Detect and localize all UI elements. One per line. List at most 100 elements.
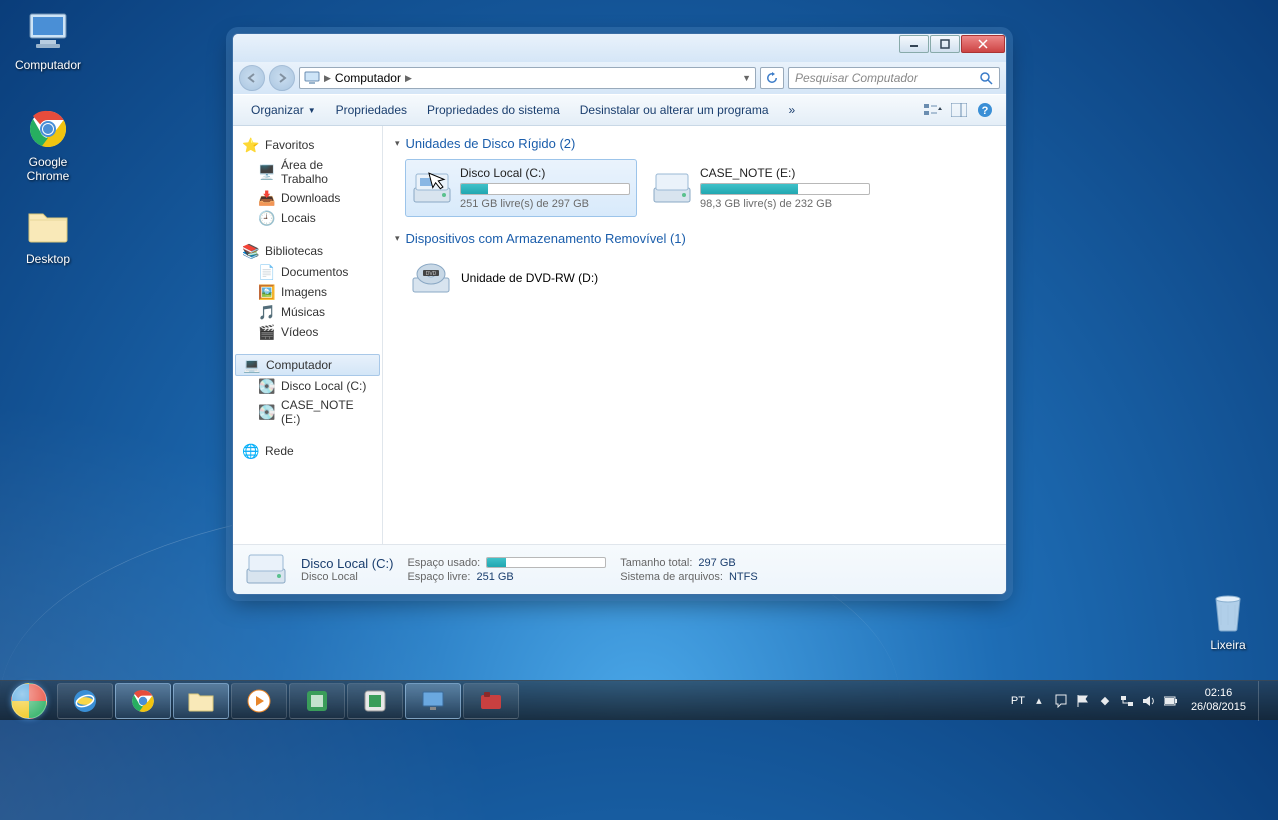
- organize-menu[interactable]: Organizar▼: [241, 99, 326, 121]
- desktop-icon-recyclebin[interactable]: Lixeira: [1188, 588, 1268, 652]
- taskbar-chrome[interactable]: [115, 683, 171, 719]
- details-title: Disco Local (C:): [301, 556, 393, 571]
- drive-name: Unidade de DVD-RW (D:): [461, 271, 598, 285]
- details-pane: Disco Local (C:) Disco Local Espaço usad…: [233, 544, 1006, 594]
- details-free-label: Espaço livre:: [407, 571, 470, 583]
- refresh-button[interactable]: [760, 67, 784, 89]
- details-fs-label: Sistema de arquivos:: [620, 571, 723, 583]
- collapse-icon: ▾: [395, 138, 400, 149]
- svg-text:DVD: DVD: [426, 271, 437, 277]
- maximize-button[interactable]: [930, 35, 960, 53]
- uninstall-program-button[interactable]: Desinstalar ou alterar um programa: [570, 99, 779, 121]
- navigation-sidebar: ⭐ Favoritos 🖥️Área de Trabalho 📥Download…: [233, 126, 383, 544]
- system-properties-button[interactable]: Propriedades do sistema: [417, 99, 570, 121]
- taskbar-clock[interactable]: 02:16 26/08/2015: [1185, 687, 1252, 713]
- tray-chevron-up-icon[interactable]: ▴: [1031, 693, 1047, 709]
- music-icon: 🎵: [259, 304, 275, 320]
- sidebar-item-documents[interactable]: 📄Documentos: [233, 262, 382, 282]
- toolbar: Organizar▼ Propriedades Propriedades do …: [233, 94, 1006, 126]
- desktop-icon-computer[interactable]: Computador: [8, 8, 88, 72]
- sidebar-network[interactable]: 🌐 Rede: [233, 440, 382, 462]
- close-button[interactable]: [961, 35, 1005, 53]
- desktop-icon-folder[interactable]: Desktop: [8, 202, 88, 266]
- hard-disk-icon: [245, 552, 287, 588]
- taskbar-app-gray[interactable]: [347, 683, 403, 719]
- sidebar-item-pictures[interactable]: 🖼️Imagens: [233, 282, 382, 302]
- group-hard-drives[interactable]: ▾ Unidades de Disco Rígido (2): [395, 132, 994, 155]
- hard-disk-icon: [412, 168, 452, 208]
- sidebar-favorites[interactable]: ⭐ Favoritos: [233, 134, 382, 156]
- breadcrumb-text: Computador: [335, 71, 401, 85]
- sidebar-computer[interactable]: 💻 Computador: [235, 354, 380, 376]
- tray-action-center-icon[interactable]: [1053, 693, 1069, 709]
- drive-dvd-d[interactable]: DVD Unidade de DVD-RW (D:): [405, 254, 604, 302]
- toolbar-overflow-button[interactable]: »: [779, 99, 806, 121]
- taskbar-media[interactable]: [231, 683, 287, 719]
- sidebar-libraries[interactable]: 📚 Bibliotecas: [233, 240, 382, 262]
- tray-volume-icon[interactable]: [1141, 693, 1157, 709]
- tray-battery-icon[interactable]: [1163, 693, 1179, 709]
- taskbar-explorer[interactable]: [173, 683, 229, 719]
- sidebar-item-disk-e[interactable]: 💽CASE_NOTE (E:): [233, 396, 382, 428]
- drive-local-c[interactable]: Disco Local (C:) 251 GB livre(s) de 297 …: [405, 159, 637, 217]
- details-fs-value: NTFS: [729, 571, 758, 583]
- drive-free-text: 98,3 GB livre(s) de 232 GB: [700, 198, 870, 210]
- back-button[interactable]: [239, 65, 265, 91]
- sidebar-item-recent[interactable]: 🕘Locais: [233, 208, 382, 228]
- recycle-bin-icon: [1204, 588, 1252, 636]
- language-indicator[interactable]: PT: [1011, 695, 1025, 707]
- tray-network-icon[interactable]: [1119, 693, 1135, 709]
- address-bar[interactable]: ▶ Computador ▶ ▼: [299, 67, 756, 89]
- library-icon: 📚: [243, 243, 259, 259]
- details-free-value: 251 GB: [476, 571, 513, 583]
- drive-case-note-e[interactable]: CASE_NOTE (E:) 98,3 GB livre(s) de 232 G…: [645, 159, 877, 217]
- drive-usage-bar: [460, 183, 630, 195]
- sidebar-item-music[interactable]: 🎵Músicas: [233, 302, 382, 322]
- desktop-icon-chrome[interactable]: Google Chrome: [8, 105, 88, 183]
- tray-app-icon[interactable]: ◆: [1097, 693, 1113, 709]
- recent-icon: 🕘: [259, 210, 275, 226]
- drive-name: CASE_NOTE (E:): [700, 166, 870, 180]
- search-input[interactable]: Pesquisar Computador: [788, 67, 1000, 89]
- titlebar: [233, 34, 1006, 62]
- view-options-button[interactable]: [920, 99, 946, 121]
- sidebar-item-videos[interactable]: 🎬Vídeos: [233, 322, 382, 342]
- drive-usage-bar: [700, 183, 870, 195]
- forward-button[interactable]: [269, 65, 295, 91]
- explorer-window: ▶ Computador ▶ ▼ Pesquisar Computador Or…: [232, 33, 1007, 595]
- search-icon: [979, 71, 993, 85]
- show-desktop-button[interactable]: [1258, 681, 1272, 721]
- videos-icon: 🎬: [259, 324, 275, 340]
- taskbar-app-red[interactable]: [463, 683, 519, 719]
- drive-free-text: 251 GB livre(s) de 297 GB: [460, 198, 630, 210]
- taskbar-ie[interactable]: [57, 683, 113, 719]
- svg-text:?: ?: [982, 105, 989, 117]
- star-icon: ⭐: [243, 137, 259, 153]
- taskbar-app-monitor[interactable]: [405, 683, 461, 719]
- folder-icon: [24, 202, 72, 250]
- group-removable[interactable]: ▾ Dispositivos com Armazenamento Removív…: [395, 227, 994, 250]
- properties-button[interactable]: Propriedades: [326, 99, 417, 121]
- sidebar-item-downloads[interactable]: 📥Downloads: [233, 188, 382, 208]
- collapse-icon: ▾: [395, 233, 400, 244]
- minimize-button[interactable]: [899, 35, 929, 53]
- computer-icon: [24, 8, 72, 56]
- desktop-small-icon: 🖥️: [259, 164, 275, 180]
- preview-pane-button[interactable]: [946, 99, 972, 121]
- details-usage-bar: [486, 557, 606, 568]
- tray-flag-icon[interactable]: [1075, 693, 1091, 709]
- taskbar-app-green[interactable]: [289, 683, 345, 719]
- sidebar-item-desktop[interactable]: 🖥️Área de Trabalho: [233, 156, 382, 188]
- sidebar-item-disk-c[interactable]: 💽Disco Local (C:): [233, 376, 382, 396]
- computer-breadcrumb-icon: [304, 71, 320, 85]
- download-icon: 📥: [259, 190, 275, 206]
- network-icon: 🌐: [243, 443, 259, 459]
- breadcrumb-separator-icon: ▶: [324, 73, 331, 84]
- start-button[interactable]: [2, 681, 56, 721]
- hard-disk-icon: [652, 168, 692, 208]
- chevron-down-icon[interactable]: ▼: [742, 73, 751, 83]
- help-button[interactable]: ?: [972, 99, 998, 121]
- content-pane: ▾ Unidades de Disco Rígido (2) Disco Loc…: [383, 126, 1006, 544]
- details-subtitle: Disco Local: [301, 571, 393, 583]
- drive-name: Disco Local (C:): [460, 166, 630, 180]
